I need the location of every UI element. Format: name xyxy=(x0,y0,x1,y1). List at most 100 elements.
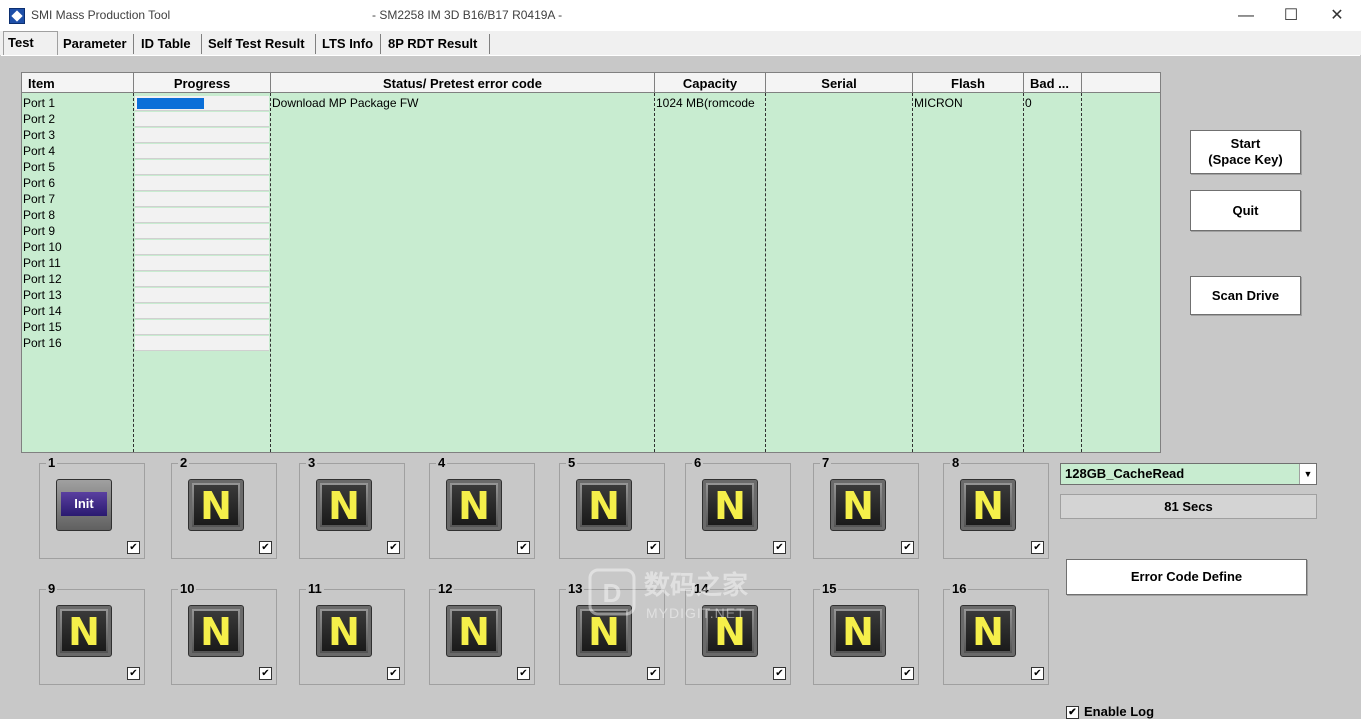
col-header-item[interactable]: Item xyxy=(22,73,134,93)
port-number: 13 xyxy=(566,581,585,596)
tab-8p-rdt-result[interactable]: 8P RDT Result xyxy=(384,34,490,54)
port-enable-checkbox[interactable]: ✔ xyxy=(517,541,530,554)
port-item: Port 9 xyxy=(23,224,56,238)
app-name: SMI Mass Production Tool xyxy=(31,8,171,22)
port-state-label: N xyxy=(322,485,366,527)
port-number: 15 xyxy=(820,581,839,596)
port-item: Port 12 xyxy=(23,272,62,286)
port-enable-checkbox[interactable]: ✔ xyxy=(517,667,530,680)
tab-parameter[interactable]: Parameter xyxy=(59,34,134,54)
port-number: 11 xyxy=(306,581,324,596)
port-slot-4: 4 N ✔ xyxy=(429,455,535,559)
port-state-label: N xyxy=(62,611,106,653)
port-state-label: N xyxy=(708,611,752,653)
quit-button[interactable]: Quit xyxy=(1190,190,1301,231)
port-enable-checkbox[interactable]: ✔ xyxy=(1031,667,1044,680)
port-state-label: N xyxy=(582,485,626,527)
col-header-progress[interactable]: Progress xyxy=(134,73,271,93)
port-status-button[interactable]: N xyxy=(830,479,886,531)
port-number: 6 xyxy=(692,455,704,470)
port-item: Port 13 xyxy=(23,288,62,302)
port-enable-checkbox[interactable]: ✔ xyxy=(901,541,914,554)
port-status-button[interactable]: N xyxy=(446,479,502,531)
elapsed-time: 81 Secs xyxy=(1060,494,1317,519)
tab-self-test-result[interactable]: Self Test Result xyxy=(204,34,316,54)
progress-bar xyxy=(135,240,269,255)
port-slot-14: 14 N ✔ xyxy=(685,581,791,685)
port-status-button[interactable]: N xyxy=(576,479,632,531)
tab-id-table[interactable]: ID Table xyxy=(137,34,202,54)
port-status-button[interactable]: N xyxy=(830,605,886,657)
progress-bar xyxy=(135,224,269,239)
port-slot-8: 8 N ✔ xyxy=(943,455,1049,559)
port-number: 1 xyxy=(46,455,58,470)
port-slot-9: 9 N ✔ xyxy=(39,581,145,685)
port-status-button[interactable]: Init xyxy=(56,479,112,531)
progress-bar xyxy=(135,336,269,351)
port-item: Port 16 xyxy=(23,336,62,350)
enable-log-checkbox[interactable]: ✔ Enable Log xyxy=(1066,704,1154,719)
tab-test[interactable]: Test xyxy=(3,31,58,56)
port-status-button[interactable]: N xyxy=(316,605,372,657)
chevron-down-icon[interactable]: ▼ xyxy=(1299,464,1316,484)
port-status-button[interactable]: N xyxy=(316,479,372,531)
port-state-label: N xyxy=(966,485,1010,527)
checkbox-icon[interactable]: ✔ xyxy=(1066,706,1079,719)
start-button[interactable]: Start (Space Key) xyxy=(1190,130,1301,174)
col-header-flash[interactable]: Flash xyxy=(913,73,1024,93)
minimize-button[interactable]: — xyxy=(1223,0,1269,31)
col-header-bad[interactable]: Bad ... xyxy=(1024,73,1082,93)
port-status-button[interactable]: N xyxy=(188,605,244,657)
port-enable-checkbox[interactable]: ✔ xyxy=(387,541,400,554)
port-enable-checkbox[interactable]: ✔ xyxy=(259,667,272,680)
port-enable-checkbox[interactable]: ✔ xyxy=(127,667,140,680)
progress-bar xyxy=(135,288,269,303)
port-state-label: N xyxy=(582,611,626,653)
port-enable-checkbox[interactable]: ✔ xyxy=(773,667,786,680)
port-slot-7: 7 N ✔ xyxy=(813,455,919,559)
enable-log-label: Enable Log xyxy=(1084,704,1155,719)
progress-bar xyxy=(135,256,269,271)
port-slot-11: 11 N ✔ xyxy=(299,581,405,685)
port-status-button[interactable]: N xyxy=(702,479,758,531)
scan-drive-button[interactable]: Scan Drive xyxy=(1190,276,1301,315)
col-header-serial[interactable]: Serial xyxy=(766,73,913,93)
col-header-status[interactable]: Status/ Pretest error code xyxy=(271,73,655,93)
port-status-grid[interactable]: Item Progress Status/ Pretest error code… xyxy=(21,72,1161,453)
port-status-button[interactable]: N xyxy=(960,605,1016,657)
port-status-button[interactable]: N xyxy=(56,605,112,657)
col-divider xyxy=(654,93,655,452)
port-status-button[interactable]: N xyxy=(188,479,244,531)
error-code-define-button[interactable]: Error Code Define xyxy=(1066,559,1307,595)
bad-cell: 0 xyxy=(1025,96,1032,110)
close-button[interactable]: ✕ xyxy=(1314,0,1360,31)
port-enable-checkbox[interactable]: ✔ xyxy=(1031,541,1044,554)
port-status-button[interactable]: N xyxy=(446,605,502,657)
port-enable-checkbox[interactable]: ✔ xyxy=(647,541,660,554)
progress-fill xyxy=(137,98,204,109)
progress-bar xyxy=(135,304,269,319)
maximize-button[interactable]: ☐ xyxy=(1268,0,1314,31)
col-header-capacity[interactable]: Capacity xyxy=(655,73,766,93)
port-enable-checkbox[interactable]: ✔ xyxy=(773,541,786,554)
port-status-button[interactable]: N xyxy=(576,605,632,657)
port-status-button[interactable]: N xyxy=(960,479,1016,531)
col-divider xyxy=(270,93,271,452)
port-number: 14 xyxy=(692,581,711,596)
test-mode-select[interactable]: 128GB_CacheRead ▼ xyxy=(1060,463,1317,485)
port-enable-checkbox[interactable]: ✔ xyxy=(387,667,400,680)
port-status-button[interactable]: N xyxy=(702,605,758,657)
port-slot-5: 5 N ✔ xyxy=(559,455,665,559)
port-item: Port 15 xyxy=(23,320,62,334)
port-enable-checkbox[interactable]: ✔ xyxy=(259,541,272,554)
port-enable-checkbox[interactable]: ✔ xyxy=(127,541,140,554)
port-enable-checkbox[interactable]: ✔ xyxy=(901,667,914,680)
port-enable-checkbox[interactable]: ✔ xyxy=(647,667,660,680)
col-divider xyxy=(1081,93,1082,452)
flash-cell: MICRON xyxy=(914,96,963,110)
port-item: Port 6 xyxy=(23,176,56,190)
tab-lts-info[interactable]: LTS Info xyxy=(318,34,381,54)
port-slot-6: 6 N ✔ xyxy=(685,455,791,559)
port-item: Port 11 xyxy=(23,256,61,270)
port-slot-12: 12 N ✔ xyxy=(429,581,535,685)
